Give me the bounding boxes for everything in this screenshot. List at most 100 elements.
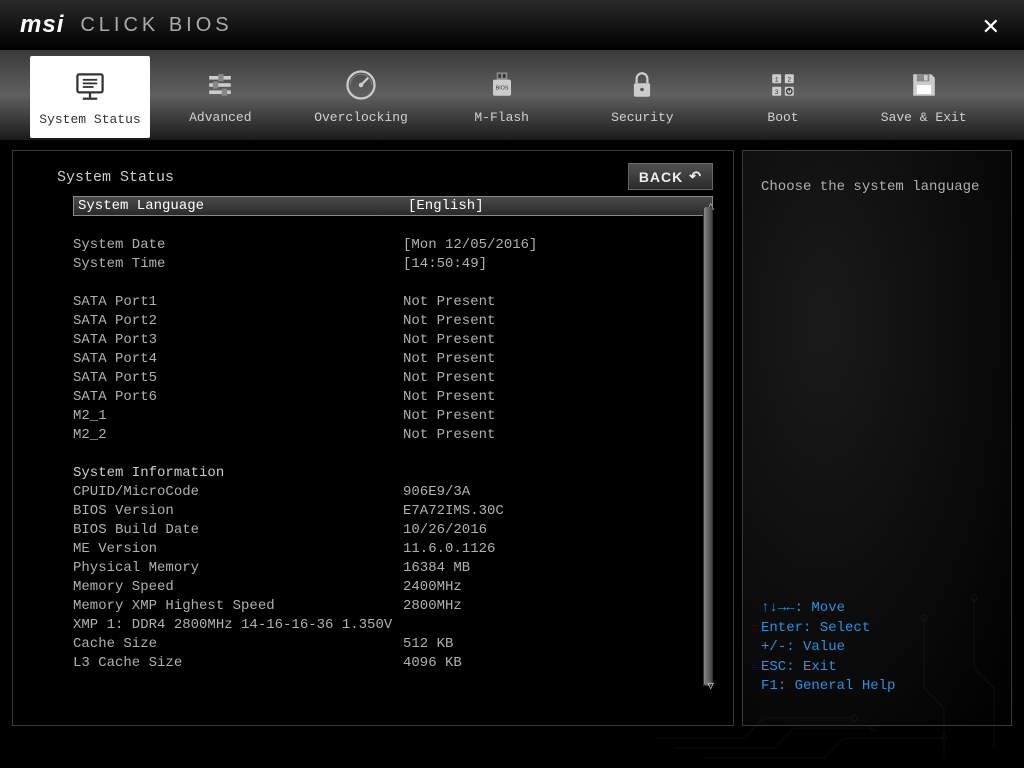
setting-value: 16384 MB — [403, 560, 470, 576]
scroll-down-icon[interactable]: ▽ — [707, 679, 714, 693]
nav-save-exit[interactable]: Save & Exit — [853, 50, 994, 140]
nav-label: System Status — [39, 112, 140, 127]
brand-subtitle: CLICK BIOS — [80, 14, 232, 37]
setting-value: Not Present — [403, 313, 495, 329]
setting-label: XMP 1: DDR4 2800MHz 14-16-16-36 1.350V — [73, 617, 403, 633]
nav-advanced[interactable]: Advanced — [150, 50, 291, 140]
setting-value: 512 KB — [403, 636, 453, 652]
key-hint: Enter: Select — [761, 619, 993, 639]
setting-value: [Mon 12/05/2016] — [403, 237, 537, 253]
setting-row[interactable]: Physical Memory16384 MB — [73, 558, 713, 577]
key-help: ↑↓→←: Move Enter: Select +/-: Value ESC:… — [761, 599, 993, 697]
setting-value: Not Present — [403, 408, 495, 424]
usb-icon: BIOS — [482, 66, 522, 104]
setting-row: System Information — [73, 463, 713, 482]
setting-label: CPUID/MicroCode — [73, 484, 403, 500]
help-panel: Choose the system language ↑↓→←: Move En… — [742, 150, 1012, 726]
row-spacer — [73, 216, 713, 235]
setting-value: [English] — [408, 198, 484, 214]
setting-row[interactable]: Memory XMP Highest Speed2800MHz — [73, 596, 713, 615]
setting-row[interactable]: XMP 1: DDR4 2800MHz 14-16-16-36 1.350V — [73, 615, 713, 634]
nav-label: Save & Exit — [881, 110, 967, 125]
nav-label: Overclocking — [314, 110, 408, 125]
sliders-icon — [200, 66, 240, 104]
setting-label: SATA Port6 — [73, 389, 403, 405]
setting-value: 4096 KB — [403, 655, 462, 671]
monitor-icon — [70, 68, 110, 106]
setting-label: BIOS Build Date — [73, 522, 403, 538]
setting-row[interactable]: System Date[Mon 12/05/2016] — [73, 235, 713, 254]
scrollbar[interactable]: △ ▽ — [703, 206, 713, 686]
nav-boot[interactable]: 123 Boot — [713, 50, 854, 140]
lock-icon — [622, 66, 662, 104]
scrollbar-thumb[interactable] — [704, 207, 712, 685]
svg-text:3: 3 — [775, 89, 779, 96]
main-area: System Status BACK ↶ System Language [En… — [0, 140, 1024, 738]
setting-label: L3 Cache Size — [73, 655, 403, 671]
back-button[interactable]: BACK ↶ — [628, 163, 713, 190]
setting-row[interactable]: SATA Port6Not Present — [73, 387, 713, 406]
setting-value: Not Present — [403, 427, 495, 443]
setting-row[interactable]: BIOS VersionE7A72IMS.30C — [73, 501, 713, 520]
setting-row[interactable]: System Time[14:50:49] — [73, 254, 713, 273]
svg-text:2: 2 — [787, 76, 791, 83]
setting-label: System Language — [78, 198, 408, 214]
setting-label: BIOS Version — [73, 503, 403, 519]
nav-overclocking[interactable]: Overclocking — [291, 50, 432, 140]
setting-row-system-language[interactable]: System Language [English] — [73, 196, 713, 216]
setting-value: Not Present — [403, 332, 495, 348]
setting-row[interactable]: L3 Cache Size4096 KB — [73, 653, 713, 672]
setting-label: ME Version — [73, 541, 403, 557]
setting-row[interactable]: SATA Port4Not Present — [73, 349, 713, 368]
setting-label: SATA Port2 — [73, 313, 403, 329]
key-hint: ESC: Exit — [761, 658, 993, 678]
setting-label: SATA Port1 — [73, 294, 403, 310]
setting-label: M2_1 — [73, 408, 403, 424]
nav-mflash[interactable]: BIOS M-Flash — [431, 50, 572, 140]
main-nav: System Status Advanced Overclocking BIOS… — [0, 50, 1024, 140]
settings-list: System Language [English] System Date[Mo… — [73, 196, 713, 696]
setting-label: Memory Speed — [73, 579, 403, 595]
nav-label: Security — [611, 110, 673, 125]
setting-label: Physical Memory — [73, 560, 403, 576]
nav-security[interactable]: Security — [572, 50, 713, 140]
setting-label: SATA Port5 — [73, 370, 403, 386]
setting-row[interactable]: M2_1Not Present — [73, 406, 713, 425]
nav-label: Advanced — [189, 110, 251, 125]
setting-row[interactable]: BIOS Build Date10/26/2016 — [73, 520, 713, 539]
setting-label: SATA Port4 — [73, 351, 403, 367]
help-description: Choose the system language — [761, 179, 993, 195]
boot-order-icon: 123 — [763, 66, 803, 104]
setting-row[interactable]: Cache Size512 KB — [73, 634, 713, 653]
setting-label: System Time — [73, 256, 403, 272]
setting-label: Cache Size — [73, 636, 403, 652]
setting-label: System Information — [73, 465, 403, 481]
setting-value: Not Present — [403, 351, 495, 367]
setting-value: Not Present — [403, 370, 495, 386]
setting-row[interactable]: SATA Port5Not Present — [73, 368, 713, 387]
setting-value: [14:50:49] — [403, 256, 487, 272]
floppy-icon — [904, 66, 944, 104]
setting-value: 11.6.0.1126 — [403, 541, 495, 557]
setting-row[interactable]: SATA Port2Not Present — [73, 311, 713, 330]
setting-row[interactable]: ME Version11.6.0.1126 — [73, 539, 713, 558]
key-hint: +/-: Value — [761, 638, 993, 658]
content-panel: System Status BACK ↶ System Language [En… — [12, 150, 734, 726]
setting-row[interactable]: Memory Speed2400MHz — [73, 577, 713, 596]
close-icon[interactable]: ✕ — [982, 14, 1000, 40]
setting-value: E7A72IMS.30C — [403, 503, 504, 519]
setting-row[interactable]: SATA Port1Not Present — [73, 292, 713, 311]
key-hint: F1: General Help — [761, 677, 993, 697]
setting-value: Not Present — [403, 389, 495, 405]
setting-row[interactable]: M2_2Not Present — [73, 425, 713, 444]
brand-logo: msi — [20, 11, 64, 39]
setting-label: M2_2 — [73, 427, 403, 443]
setting-row[interactable]: CPUID/MicroCode906E9/3A — [73, 482, 713, 501]
svg-text:BIOS: BIOS — [495, 85, 508, 91]
setting-value: 906E9/3A — [403, 484, 470, 500]
nav-label: Boot — [767, 110, 798, 125]
setting-row[interactable]: SATA Port3Not Present — [73, 330, 713, 349]
nav-system-status[interactable]: System Status — [30, 56, 150, 138]
title-bar: msi CLICK BIOS ✕ — [0, 0, 1024, 50]
setting-label: System Date — [73, 237, 403, 253]
